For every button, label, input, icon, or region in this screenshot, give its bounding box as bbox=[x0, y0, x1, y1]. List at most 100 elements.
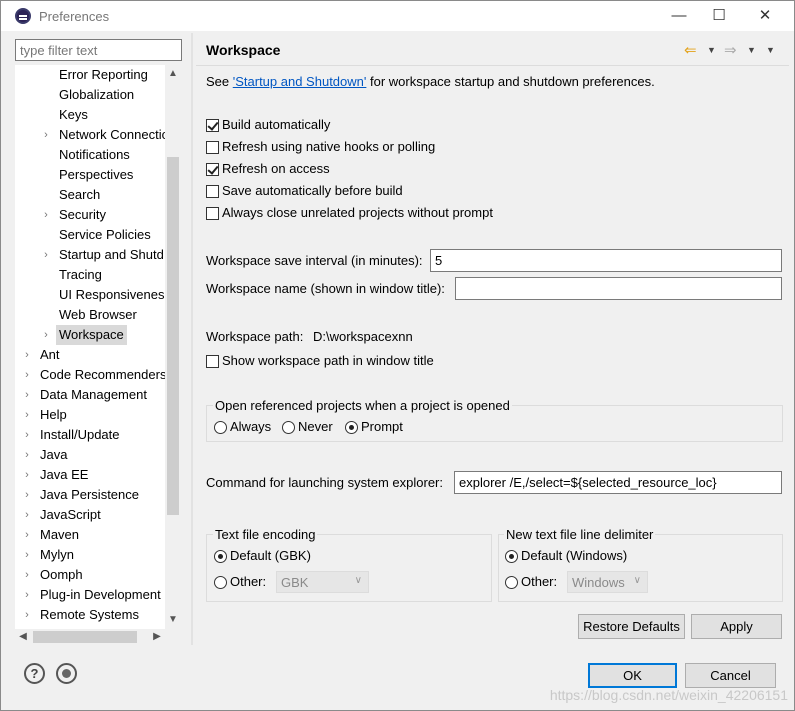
tree-item[interactable]: Service Policies bbox=[15, 225, 165, 245]
radio-dot[interactable] bbox=[345, 421, 358, 434]
encoding-combo[interactable]: GBK ∨ bbox=[276, 571, 369, 593]
chevron-right-icon[interactable]: › bbox=[21, 465, 33, 485]
chevron-right-icon[interactable]: › bbox=[21, 365, 33, 385]
tree-item[interactable]: › Remote Systems bbox=[15, 605, 165, 625]
chevron-right-icon[interactable]: › bbox=[40, 205, 52, 225]
tree-item-label: Service Policies bbox=[59, 227, 151, 242]
startup-shutdown-link[interactable]: 'Startup and Shutdown' bbox=[233, 74, 367, 89]
radio-dot[interactable] bbox=[214, 421, 227, 434]
tree-item[interactable]: Error Reporting bbox=[15, 65, 165, 85]
hscroll-thumb[interactable] bbox=[33, 631, 137, 643]
forward-history-dropdown-icon[interactable]: ▼ bbox=[747, 45, 756, 55]
radio-dot[interactable] bbox=[214, 576, 227, 589]
scroll-right-icon[interactable]: ▶ bbox=[149, 629, 165, 645]
checkbox-label: Build automatically bbox=[222, 117, 331, 132]
tree-item[interactable]: › Security bbox=[15, 205, 165, 225]
checkbox-label: Refresh on access bbox=[222, 161, 330, 176]
chevron-right-icon[interactable]: › bbox=[21, 425, 33, 445]
tree-item[interactable]: › Ant bbox=[15, 345, 165, 365]
tree-item[interactable]: › Network Connectio bbox=[15, 125, 169, 145]
tree-item[interactable]: › Java EE bbox=[15, 465, 165, 485]
delimiter-combo[interactable]: Windows ∨ bbox=[567, 571, 648, 593]
back-history-dropdown-icon[interactable]: ▼ bbox=[707, 45, 716, 55]
ok-button[interactable]: OK bbox=[588, 663, 677, 688]
tree-item[interactable]: › Mylyn bbox=[15, 545, 165, 565]
checkbox-box[interactable] bbox=[206, 163, 219, 176]
scroll-thumb[interactable] bbox=[167, 157, 179, 515]
tree-item[interactable]: › Help bbox=[15, 405, 165, 425]
tree-item[interactable]: Perspectives bbox=[15, 165, 165, 185]
workspace-name-input[interactable] bbox=[455, 277, 782, 300]
tree-item[interactable]: Keys bbox=[15, 105, 165, 125]
chevron-right-icon[interactable]: › bbox=[21, 565, 33, 585]
checkbox-box[interactable] bbox=[206, 207, 219, 220]
tree-item[interactable]: UI Responsiveness bbox=[15, 285, 171, 305]
chevron-right-icon[interactable]: › bbox=[21, 545, 33, 565]
checkbox-box[interactable] bbox=[206, 141, 219, 154]
chevron-right-icon[interactable]: › bbox=[21, 585, 33, 605]
tree-item[interactable]: › Startup and Shutd bbox=[15, 245, 165, 265]
chevron-right-icon[interactable]: › bbox=[40, 245, 52, 265]
scroll-down-icon[interactable]: ▼ bbox=[165, 611, 181, 629]
cancel-button[interactable]: Cancel bbox=[685, 663, 776, 688]
checkbox-box[interactable] bbox=[206, 355, 219, 368]
command-input[interactable]: explorer /E,/select=${selected_resource_… bbox=[454, 471, 782, 494]
pane-divider[interactable] bbox=[191, 33, 193, 645]
tree-item[interactable]: › Data Management bbox=[15, 385, 165, 405]
tree-item[interactable]: Notifications bbox=[15, 145, 165, 165]
tree-item[interactable]: Tracing bbox=[15, 265, 165, 285]
scroll-up-icon[interactable]: ▲ bbox=[165, 65, 181, 83]
tree-item[interactable]: › Java bbox=[15, 445, 165, 465]
tree-item[interactable]: › JavaScript bbox=[15, 505, 165, 525]
checkbox-box[interactable] bbox=[206, 119, 219, 132]
scroll-left-icon[interactable]: ◀ bbox=[15, 629, 31, 645]
chevron-right-icon[interactable]: › bbox=[40, 125, 52, 145]
radio-dot[interactable] bbox=[282, 421, 295, 434]
restore-defaults-button[interactable]: Restore Defaults bbox=[578, 614, 685, 639]
chevron-right-icon[interactable]: › bbox=[40, 325, 52, 345]
maximize-button[interactable]: ☐ bbox=[696, 1, 742, 31]
chevron-right-icon[interactable]: › bbox=[21, 385, 33, 405]
tree-item-label: Install/Update bbox=[40, 427, 120, 442]
chevron-right-icon[interactable]: › bbox=[21, 445, 33, 465]
workspace-name-label: Workspace name (shown in window title): bbox=[206, 281, 445, 296]
tree-item[interactable]: › Workspace bbox=[15, 325, 165, 345]
chevron-right-icon[interactable]: › bbox=[21, 485, 33, 505]
tree-horizontal-scrollbar[interactable]: ◀ ▶ bbox=[15, 629, 181, 645]
tree-item[interactable]: Globalization bbox=[15, 85, 165, 105]
tree-item[interactable]: › Code Recommenders bbox=[15, 365, 166, 385]
back-arrow-icon[interactable]: ⇐ bbox=[684, 41, 697, 59]
tree-item[interactable]: Web Browser bbox=[15, 305, 165, 325]
radio-label: Always bbox=[230, 419, 272, 434]
close-button[interactable]: ✕ bbox=[742, 1, 788, 31]
delimiter-combo-value: Windows bbox=[572, 575, 625, 590]
chevron-right-icon[interactable]: › bbox=[21, 605, 33, 625]
tree-item[interactable]: Search bbox=[15, 185, 165, 205]
view-menu-icon[interactable]: ▼ bbox=[766, 45, 775, 55]
tree-item-label: Globalization bbox=[59, 87, 135, 102]
chevron-right-icon[interactable]: › bbox=[21, 345, 33, 365]
checkbox-box[interactable] bbox=[206, 185, 219, 198]
tree-item[interactable]: › Java Persistence bbox=[15, 485, 165, 505]
chevron-right-icon[interactable]: › bbox=[21, 405, 33, 425]
filter-input[interactable]: type filter text bbox=[15, 39, 182, 61]
tree-item[interactable]: › Plug-in Development bbox=[15, 585, 165, 605]
tree-vertical-scrollbar[interactable]: ▲ ▼ bbox=[165, 65, 181, 629]
tree-item[interactable]: › Maven bbox=[15, 525, 165, 545]
chevron-right-icon[interactable]: › bbox=[21, 525, 33, 545]
tree-item-label: Data Management bbox=[40, 387, 147, 402]
apply-button[interactable]: Apply bbox=[691, 614, 782, 639]
record-macro-icon[interactable] bbox=[56, 663, 77, 684]
chevron-right-icon[interactable]: › bbox=[21, 505, 33, 525]
radio-dot[interactable] bbox=[505, 576, 518, 589]
save-interval-input[interactable]: 5 bbox=[430, 249, 782, 272]
radio-label: Default (Windows) bbox=[521, 548, 628, 563]
forward-arrow-icon[interactable]: ⇒ bbox=[724, 41, 737, 59]
tree-item[interactable]: › Install/Update bbox=[15, 425, 165, 445]
radio-dot[interactable] bbox=[505, 550, 518, 563]
tree-item[interactable]: › Oomph bbox=[15, 565, 165, 585]
tree-item-label: Plug-in Development bbox=[40, 587, 161, 602]
radio-dot[interactable] bbox=[214, 550, 227, 563]
help-icon[interactable]: ? bbox=[24, 663, 45, 684]
tree-item-label: Search bbox=[59, 187, 101, 202]
